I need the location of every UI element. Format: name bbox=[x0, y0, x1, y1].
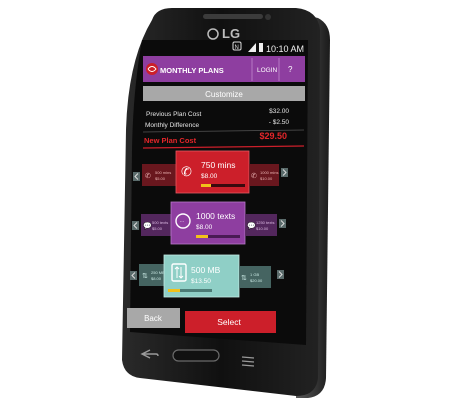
plan-card-left-price: $5.00 bbox=[155, 176, 166, 181]
virgin-logo-icon bbox=[146, 63, 158, 75]
plan-card-left-title: 500 texts bbox=[152, 220, 168, 225]
carousel-left-arrow[interactable] bbox=[132, 221, 139, 230]
brand-logo: LG bbox=[222, 26, 240, 41]
carousel-right-arrow[interactable] bbox=[279, 219, 286, 228]
plan-card-left-title: 250 MB bbox=[151, 270, 165, 275]
plan-card-right-price: $10.00 bbox=[260, 176, 273, 181]
carousel-left-arrow[interactable] bbox=[130, 271, 137, 280]
back-button-label: Back bbox=[144, 314, 163, 323]
nfc-label: N bbox=[235, 45, 239, 51]
chat-dots: ··· bbox=[180, 219, 185, 225]
plan-card-right-price: $20.00 bbox=[250, 278, 263, 283]
phone-icon: ✆ bbox=[251, 172, 257, 180]
plan-card-price: $8.00 bbox=[201, 173, 218, 180]
carousel-right-arrow[interactable] bbox=[277, 270, 284, 279]
previous-plan-value: $32.00 bbox=[269, 108, 289, 115]
phone-icon: ✆ bbox=[181, 164, 192, 179]
plan-card-right-title: 1 GB bbox=[250, 272, 259, 277]
plan-card-left-price: $8.00 bbox=[151, 276, 162, 281]
new-plan-value: $29.50 bbox=[259, 131, 287, 141]
front-camera bbox=[265, 14, 271, 20]
select-button-label: Select bbox=[217, 317, 241, 327]
battery-icon bbox=[259, 43, 263, 52]
phone-icon: ✆ bbox=[145, 172, 151, 180]
product-shot: LG N 10:10 AM MONTHLY PLANS LOGIN ? Cust… bbox=[0, 0, 452, 404]
plan-card-left-price: $5.00 bbox=[152, 226, 163, 231]
phone-illustration: LG N 10:10 AM MONTHLY PLANS LOGIN ? Cust… bbox=[122, 8, 330, 398]
plan-card-right-price: $10.00 bbox=[256, 226, 269, 231]
plan-card-right-title: 1250 texts bbox=[256, 220, 274, 225]
plan-card-price: $13.50 bbox=[191, 278, 211, 285]
status-time: 10:10 AM bbox=[266, 44, 304, 54]
plan-card-price: $8.00 bbox=[196, 224, 213, 231]
login-button[interactable]: LOGIN bbox=[257, 67, 278, 74]
chat-bubble-icon: 💬 bbox=[143, 221, 152, 230]
plan-card-right-title: 1000 mins bbox=[260, 170, 278, 175]
home-button[interactable] bbox=[172, 349, 220, 362]
monthly-difference-value: - $2.50 bbox=[269, 119, 290, 126]
plan-card-indicator-fill bbox=[201, 184, 211, 187]
data-transfer-icon: ⇅ bbox=[241, 275, 247, 282]
plan-card-title: 750 mins bbox=[201, 160, 236, 170]
monthly-difference-label: Monthly Difference bbox=[145, 122, 199, 129]
chat-bubble-icon: 💬 bbox=[247, 221, 256, 230]
carousel-right-arrow[interactable] bbox=[281, 168, 288, 177]
plan-card-indicator-fill bbox=[168, 289, 180, 292]
customize-label: Customize bbox=[205, 90, 243, 99]
previous-plan-label: Previous Plan Cost bbox=[146, 111, 201, 118]
plan-card-left-title: 500 mins bbox=[155, 170, 171, 175]
earpiece-speaker bbox=[203, 14, 263, 19]
plan-card-title: 500 MB bbox=[191, 265, 221, 275]
header-title: MONTHLY PLANS bbox=[160, 66, 224, 75]
carousel-left-arrow[interactable] bbox=[133, 172, 140, 181]
new-plan-label: New Plan Cost bbox=[144, 136, 197, 145]
plan-card-indicator-fill bbox=[196, 235, 208, 238]
data-transfer-icon: ⇅ bbox=[142, 273, 148, 280]
help-button[interactable]: ? bbox=[288, 65, 293, 74]
plan-card-title: 1000 texts bbox=[196, 211, 235, 221]
